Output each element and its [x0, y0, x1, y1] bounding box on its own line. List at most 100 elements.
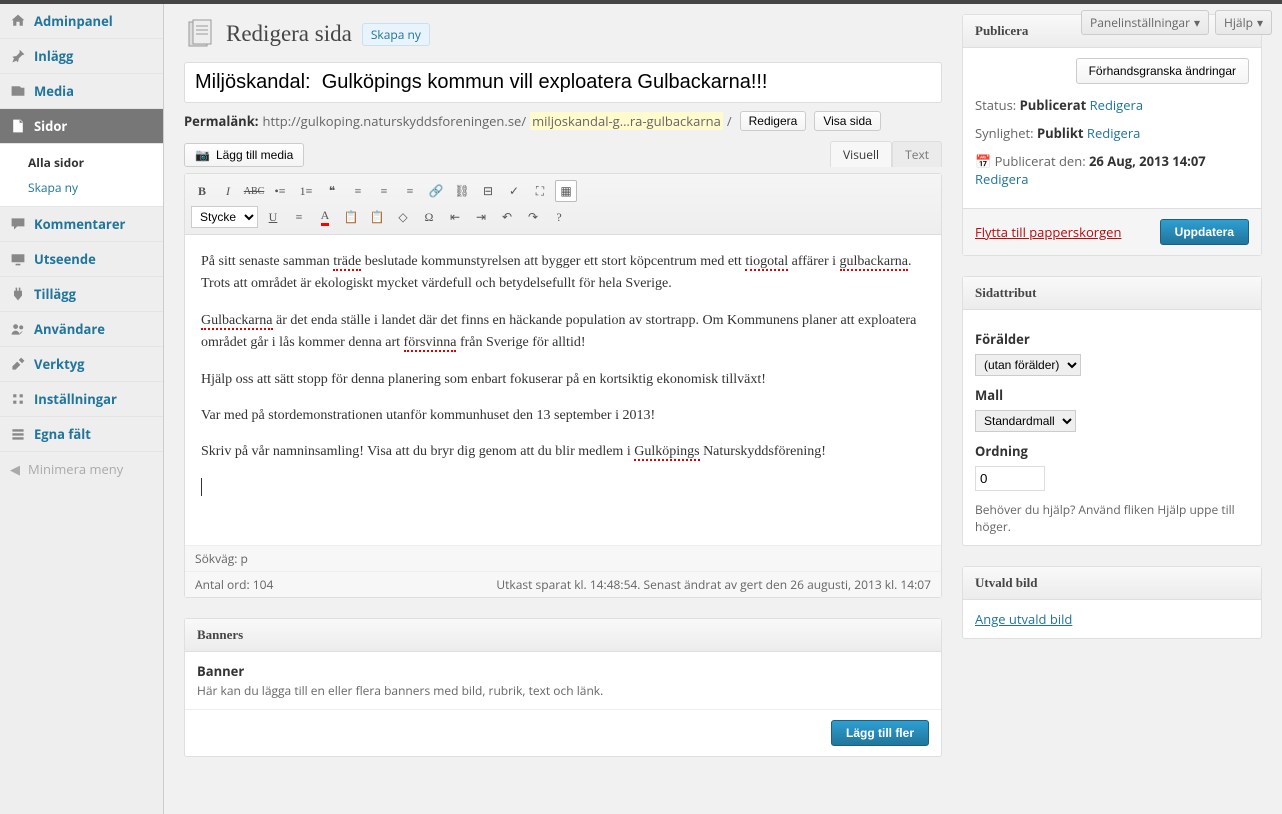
add-media-button[interactable]: 📷Lägg till media: [184, 143, 304, 167]
appearance-icon: [10, 251, 26, 267]
italic-button[interactable]: I: [217, 180, 239, 202]
parent-select[interactable]: (utan förälder): [975, 354, 1081, 376]
undo-button[interactable]: ↶: [496, 206, 518, 228]
add-new-page-button[interactable]: Skapa ny: [362, 23, 430, 46]
strike-button[interactable]: ABC: [243, 180, 265, 202]
edit-status-link[interactable]: Redigera: [1090, 96, 1143, 114]
chevron-down-icon: ▾: [1257, 14, 1263, 31]
set-featured-image-link[interactable]: Ange utvald bild: [975, 610, 1072, 628]
underline-button[interactable]: U: [262, 206, 284, 228]
unlink-button[interactable]: ⛓: [451, 180, 473, 202]
bold-button[interactable]: B: [191, 180, 213, 202]
featured-image-box: Utvald bild Ange utvald bild: [962, 566, 1262, 639]
edit-date-link[interactable]: Redigera: [975, 170, 1028, 188]
paste-text-button[interactable]: 📋: [340, 206, 362, 228]
post-title-input[interactable]: [184, 62, 942, 103]
menu-comments[interactable]: Kommentarer: [0, 207, 163, 242]
order-input[interactable]: [975, 466, 1045, 491]
home-icon: [10, 13, 26, 29]
attributes-help: Behöver du hjälp? Använd fliken Hjälp up…: [975, 501, 1249, 535]
more-button[interactable]: ⊟: [477, 180, 499, 202]
menu-custom-fields[interactable]: Egna fält: [0, 417, 163, 452]
collapse-menu[interactable]: ◀Minimera meny: [0, 452, 163, 486]
bullet-list-button[interactable]: •≡: [269, 180, 291, 202]
collapse-icon: ◀: [10, 460, 20, 478]
comment-icon: [10, 216, 26, 232]
media-icon: [10, 83, 26, 99]
blockquote-button[interactable]: ❝: [321, 180, 343, 202]
fullscreen-button[interactable]: ⛶: [529, 180, 551, 202]
editor-content[interactable]: På sitt senaste samman träde beslutade k…: [185, 235, 941, 545]
editor-path: Sökväg: p: [185, 545, 941, 571]
menu-pages[interactable]: Sidor: [0, 109, 163, 144]
menu-settings[interactable]: Inställningar: [0, 382, 163, 417]
menu-posts[interactable]: Inlägg: [0, 39, 163, 74]
users-icon: [10, 321, 26, 337]
editor-help-button[interactable]: ?: [548, 206, 570, 228]
align-center-button[interactable]: ≡: [373, 180, 395, 202]
submenu-new-page[interactable]: Skapa ny: [0, 175, 163, 200]
editor-toolbar: B I ABC •≡ 1≡ ❝ ≡ ≡ ≡ 🔗 ⛓ ⊟ ✓ ⛶: [185, 174, 941, 235]
justify-button[interactable]: ≡: [288, 206, 310, 228]
editor-container: B I ABC •≡ 1≡ ❝ ≡ ≡ ≡ 🔗 ⛓ ⊟ ✓ ⛶: [184, 173, 942, 598]
submenu-all-pages[interactable]: Alla sidor: [0, 150, 163, 175]
permalink-label: Permalänk:: [184, 112, 259, 130]
fields-icon: [10, 426, 26, 442]
update-button[interactable]: Uppdatera: [1160, 219, 1249, 245]
template-select[interactable]: Standardmall: [975, 410, 1076, 432]
add-more-banners-button[interactable]: Lägg till fler: [831, 720, 929, 746]
number-list-button[interactable]: 1≡: [295, 180, 317, 202]
remove-format-button[interactable]: ◇: [392, 206, 414, 228]
template-label: Mall: [975, 386, 1249, 404]
page-attributes-box: Sidattribut Förälder (utan förälder) Mal…: [962, 276, 1262, 546]
link-button[interactable]: 🔗: [425, 180, 447, 202]
screen-options-button[interactable]: Panelinställningar ▾: [1081, 10, 1209, 35]
redo-button[interactable]: ↷: [522, 206, 544, 228]
attributes-box-title: Sidattribut: [963, 277, 1261, 310]
menu-tools[interactable]: Verktyg: [0, 347, 163, 382]
menu-appearance[interactable]: Utseende: [0, 242, 163, 277]
view-page-button[interactable]: Visa sida: [814, 111, 880, 131]
word-count: Antal ord: 104: [195, 576, 273, 593]
align-right-button[interactable]: ≡: [399, 180, 421, 202]
last-saved: Utkast sparat kl. 14:48:54. Senast ändra…: [496, 576, 931, 593]
page-heading: Redigera sida: [226, 21, 352, 47]
media-icon: 📷: [195, 148, 210, 162]
order-label: Ordning: [975, 442, 1249, 460]
edit-permalink-button[interactable]: Redigera: [740, 111, 807, 131]
calendar-icon: 📅: [975, 152, 991, 170]
paste-word-button[interactable]: 📋: [366, 206, 388, 228]
outdent-button[interactable]: ⇤: [444, 206, 466, 228]
kitchensink-button[interactable]: ▦: [555, 180, 577, 202]
parent-label: Förälder: [975, 330, 1249, 348]
banners-box-title: Banners: [185, 619, 941, 652]
permalink-base: http://gulkoping.naturskyddsforeningen.s…: [263, 112, 527, 130]
tab-text[interactable]: Text: [892, 141, 942, 167]
pin-icon: [10, 48, 26, 64]
textcolor-button[interactable]: A: [314, 206, 336, 228]
plugin-icon: [10, 286, 26, 302]
text-cursor: [201, 478, 202, 496]
indent-button[interactable]: ⇥: [470, 206, 492, 228]
help-button[interactable]: Hjälp ▾: [1215, 10, 1272, 35]
menu-users[interactable]: Användare: [0, 312, 163, 347]
trash-link[interactable]: Flytta till papperskorgen: [975, 223, 1121, 241]
menu-plugins[interactable]: Tillägg: [0, 277, 163, 312]
publish-box: Publicera Förhandsgranska ändringar Stat…: [962, 14, 1262, 256]
banner-field-desc: Här kan du lägga till en eller flera ban…: [197, 682, 929, 699]
banner-field-title: Banner: [197, 662, 929, 680]
menu-media[interactable]: Media: [0, 74, 163, 109]
chevron-down-icon: ▾: [1194, 14, 1200, 31]
align-left-button[interactable]: ≡: [347, 180, 369, 202]
preview-button[interactable]: Förhandsgranska ändringar: [1076, 58, 1249, 84]
tools-icon: [10, 356, 26, 372]
permalink-slug[interactable]: miljoskandal-g…ra-gulbackarna: [530, 112, 723, 130]
tab-visual[interactable]: Visuell: [830, 141, 892, 167]
special-char-button[interactable]: Ω: [418, 206, 440, 228]
banners-box: Banners Banner Här kan du lägga till en …: [184, 618, 942, 757]
format-select[interactable]: Stycke: [191, 206, 258, 228]
spellcheck-button[interactable]: ✓: [503, 180, 525, 202]
menu-dashboard[interactable]: Adminpanel: [0, 4, 163, 39]
edit-visibility-link[interactable]: Redigera: [1087, 124, 1140, 142]
page-title-icon: [184, 18, 216, 50]
